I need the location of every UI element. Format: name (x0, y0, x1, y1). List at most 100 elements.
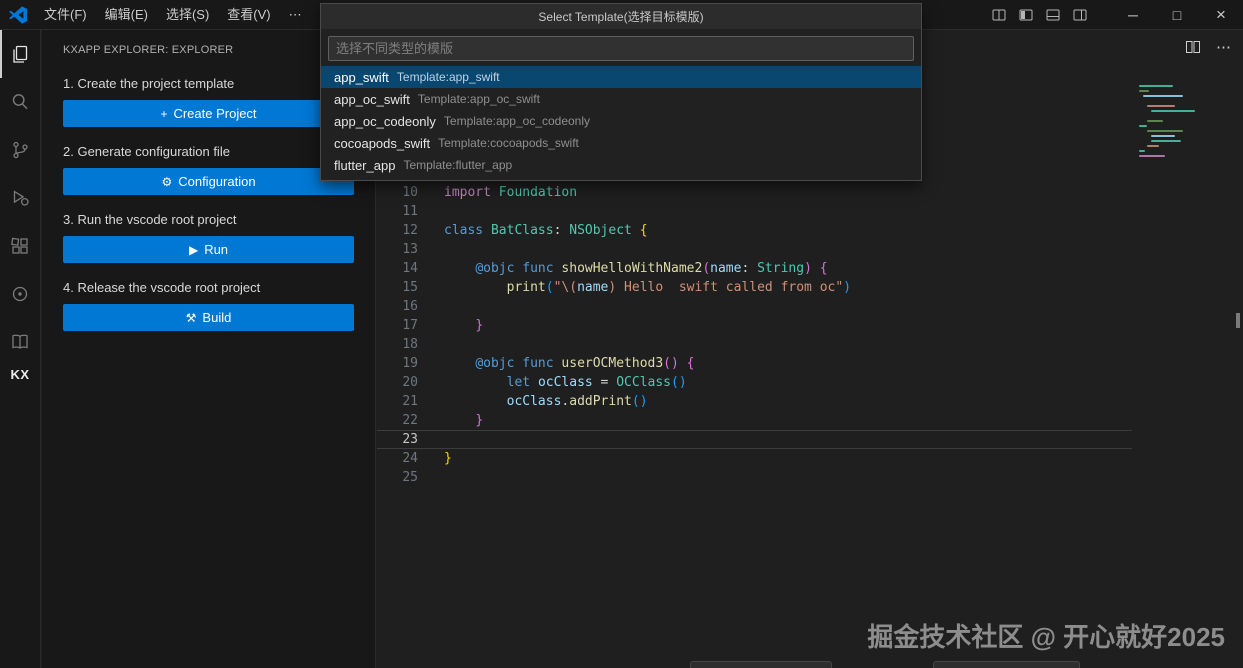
line-number: 23 (377, 430, 418, 449)
toggle-secondary-sidebar-icon[interactable] (1066, 0, 1093, 30)
minimap[interactable] (1139, 85, 1205, 165)
quickpick-input[interactable] (328, 36, 914, 61)
code-token: ) (804, 261, 812, 276)
quickpick-item-description: Template:cocoapods_swift (438, 136, 579, 150)
circle-ring-icon (9, 283, 31, 305)
activity-run-debug[interactable] (0, 174, 41, 222)
customize-layout-icon[interactable] (985, 0, 1012, 30)
code-line[interactable]: 11 (377, 202, 1132, 221)
menu-item[interactable]: ⋯ (280, 0, 311, 30)
activity-docs[interactable] (0, 318, 41, 366)
button-label: Create Project (173, 106, 256, 121)
close-button[interactable]: × (1199, 0, 1243, 30)
quickpick-item[interactable]: app_oc_codeonlyTemplate:app_oc_codeonly (321, 110, 921, 132)
quickpick-item[interactable]: app_oc_swiftTemplate:app_oc_swift (321, 88, 921, 110)
toggle-panel-icon[interactable] (1039, 0, 1066, 30)
code-token: ocClass (538, 375, 593, 390)
layout-controls (985, 0, 1093, 30)
code-line[interactable]: 25 (377, 468, 1132, 487)
run-button[interactable]: ▶Run (63, 236, 354, 263)
activity-extensions[interactable] (0, 222, 41, 270)
sidebar-section: 1. Create the project template+Create Pr… (63, 76, 354, 127)
quickpick-item[interactable]: flutter_appTemplate:flutter_app (321, 154, 921, 176)
code-token: } (475, 318, 483, 333)
code-token: userOCMethod3 (561, 356, 663, 371)
code-area: 10import Foundation1112class BatClass: N… (377, 183, 1132, 487)
menu-item[interactable]: 文件(F) (35, 0, 96, 30)
code-line[interactable]: 12class BatClass: NSObject { (377, 221, 1132, 240)
code-text (418, 468, 444, 487)
menu-item[interactable]: 查看(V) (218, 0, 279, 30)
line-number: 21 (377, 392, 418, 411)
code-token: func (522, 261, 561, 276)
code-token: String (757, 261, 804, 276)
step-label: 2. Generate configuration file (63, 144, 354, 159)
button-label: Configuration (178, 174, 255, 189)
menu-item[interactable]: 选择(S) (157, 0, 218, 30)
code-line[interactable]: 17 } (377, 316, 1132, 335)
quickpick-item-label: app_oc_swift (334, 92, 410, 107)
code-line[interactable]: 13 (377, 240, 1132, 259)
minimize-button[interactable]: ─ (1111, 0, 1155, 30)
code-token: } (444, 451, 452, 466)
plus-icon: + (160, 108, 167, 120)
split-editor-icon[interactable] (1185, 39, 1201, 55)
partial-button[interactable] (933, 661, 1080, 668)
partial-button[interactable] (690, 661, 832, 668)
menu-item[interactable]: 编辑(E) (96, 0, 157, 30)
button-label: Build (202, 310, 231, 325)
quickpick-item[interactable]: cocoapods_swiftTemplate:cocoapods_swift (321, 132, 921, 154)
kx-extension-logo[interactable]: KX (10, 367, 29, 382)
minimap-line (1147, 120, 1163, 122)
quickpick-title: Select Template(选择目标模版) (321, 4, 921, 29)
scrollbar-marker[interactable] (1236, 313, 1240, 328)
editor-more-actions-icon[interactable]: ⋯ (1216, 40, 1232, 55)
activity-search[interactable] (0, 78, 41, 126)
code-text (418, 335, 444, 354)
activity-explorer[interactable] (0, 30, 41, 78)
activity-remote-explorer[interactable] (0, 270, 41, 318)
code-text: let ocClass = OCClass() (418, 373, 687, 392)
activity-source-control[interactable] (0, 126, 41, 174)
activity-bar: KX (0, 30, 41, 668)
editor-toolbar: ⋯ (1185, 39, 1232, 55)
minimap-line (1147, 145, 1159, 147)
create-project-button[interactable]: + Create Project (63, 100, 354, 127)
code-token: { (640, 223, 648, 238)
code-line[interactable]: 19 @objc func userOCMethod3() { (377, 354, 1132, 373)
code-token: } (475, 413, 483, 428)
quickpick-item[interactable]: app_swiftTemplate:app_swift (321, 66, 921, 88)
code-token: () (671, 375, 687, 390)
code-line[interactable]: 10import Foundation (377, 183, 1132, 202)
line-number: 13 (377, 240, 418, 259)
code-text: } (418, 449, 452, 468)
line-number: 25 (377, 468, 418, 487)
code-token: { (687, 356, 695, 371)
build-button[interactable]: ⚒ Build (63, 304, 354, 331)
code-line[interactable]: 15 print("\(name) Hello swift called fro… (377, 278, 1132, 297)
code-line[interactable]: 24} (377, 449, 1132, 468)
run-icon: ▶ (189, 244, 198, 256)
code-line[interactable]: 22 } (377, 411, 1132, 430)
code-token: print (507, 280, 546, 295)
menu-bar: 文件(F)编辑(E)选择(S)查看(V)⋯ (35, 0, 311, 29)
tools-icon: ⚒ (186, 312, 197, 324)
quickpick-list: app_swiftTemplate:app_swiftapp_oc_swiftT… (321, 65, 921, 180)
toggle-primary-sidebar-icon[interactable] (1012, 0, 1039, 30)
configuration-button[interactable]: ⚙Configuration (63, 168, 354, 195)
code-line[interactable]: 21 ocClass.addPrint() (377, 392, 1132, 411)
step-label: 4. Release the vscode root project (63, 280, 354, 295)
code-token: () (663, 356, 679, 371)
code-text: } (418, 411, 483, 430)
minimap-line (1139, 155, 1165, 157)
code-token: { (820, 261, 828, 276)
code-token (812, 261, 820, 276)
code-line[interactable]: 16 (377, 297, 1132, 316)
quickpick-item-label: flutter_app (334, 158, 395, 173)
code-line[interactable]: 14 @objc func showHelloWithName2(name: S… (377, 259, 1132, 278)
maximize-button[interactable]: □ (1155, 0, 1199, 30)
code-token: : (554, 223, 570, 238)
code-line[interactable]: 20 let ocClass = OCClass() (377, 373, 1132, 392)
code-line[interactable]: 18 (377, 335, 1132, 354)
code-line[interactable]: 23 (377, 430, 1132, 449)
